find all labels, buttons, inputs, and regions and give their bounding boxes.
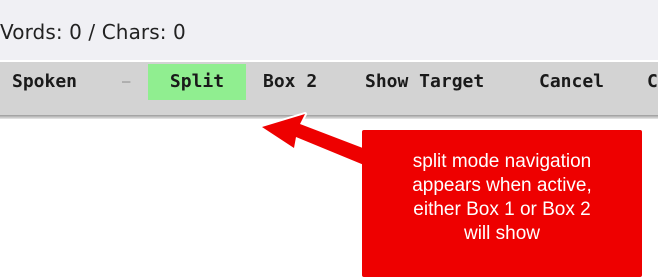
toolbar-separator: – bbox=[122, 74, 131, 90]
annotation-line: split mode navigation bbox=[412, 151, 592, 172]
cancel-button[interactable]: Cancel bbox=[539, 62, 604, 102]
split-mode-toolbar: Spoken – Split Box 2 Show Target Cancel … bbox=[0, 62, 658, 115]
toolbar-bottom-border bbox=[0, 115, 658, 119]
word-char-count: Vords: 0 / Chars: 0 bbox=[0, 20, 186, 44]
annotation-line: will show bbox=[463, 223, 541, 244]
clipped-toolbar-button[interactable]: C bbox=[647, 62, 658, 102]
annotation-line: appears when active, bbox=[412, 175, 592, 196]
box-2-button[interactable]: Box 2 bbox=[263, 62, 317, 102]
annotation-callout: split mode navigation appears when activ… bbox=[362, 130, 642, 277]
split-button[interactable]: Split bbox=[148, 64, 246, 100]
annotation-text: split mode navigation appears when activ… bbox=[362, 150, 642, 246]
show-target-button[interactable]: Show Target bbox=[365, 62, 484, 102]
spoken-button[interactable]: Spoken bbox=[12, 62, 77, 102]
annotation-line: either Box 1 or Box 2 bbox=[413, 199, 591, 220]
status-bar: Vords: 0 / Chars: 0 bbox=[0, 0, 658, 60]
